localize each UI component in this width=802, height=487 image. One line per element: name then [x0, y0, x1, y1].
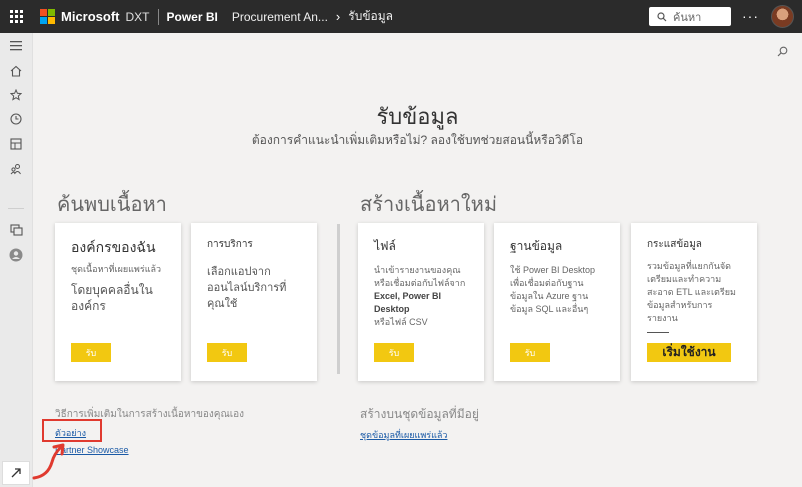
expand-button[interactable]: [2, 461, 30, 485]
card-description-large: เลือกแอปจากออนไลน์บริการที่คุณใช้: [207, 266, 287, 310]
get-started-button[interactable]: เริ่มใช้งาน: [647, 343, 731, 362]
card-title: ไฟล์: [374, 239, 396, 253]
card-title: การบริการ: [207, 239, 253, 250]
waffle-icon: [9, 10, 23, 23]
page-subtitle: ต้องการคำแนะนำเพิ่มเติมหรือไม่? ลองใช้บท…: [251, 133, 584, 147]
get-databases-button[interactable]: รับ: [510, 343, 550, 362]
breadcrumb-workspace[interactable]: Procurement An...: [232, 10, 328, 24]
app-launcher-button[interactable]: [0, 0, 32, 33]
page-title: รับข้อมูล: [376, 104, 459, 129]
card-description: รวมข้อมูลที่แยกกันจัดเตรียมและทำความสะอา…: [647, 261, 736, 323]
card-services: การบริการ เลือกแอปจากออนไลน์บริการที่คุณ…: [191, 223, 317, 381]
divider: [647, 332, 669, 333]
search-box[interactable]: ค้นหา: [649, 7, 731, 26]
chevron-right-icon: ›: [335, 9, 341, 24]
get-files-button[interactable]: รับ: [374, 343, 414, 362]
shared-icon[interactable]: [9, 162, 23, 176]
more-options-button[interactable]: ···: [742, 8, 759, 24]
product-name[interactable]: Power BI: [167, 10, 218, 24]
create-existing-label: สร้างบนชุดข้อมูลที่มีอยู่: [360, 407, 479, 421]
card-my-organization: องค์กรของฉัน ชุดเนื้อหาที่เผยแพร่แล้ว โด…: [55, 223, 181, 381]
workspaces-icon[interactable]: [9, 223, 23, 237]
search-placeholder: ค้นหา: [673, 11, 702, 24]
card-title: ฐานข้อมูล: [510, 239, 563, 253]
expand-icon: [11, 468, 21, 478]
card-dataflows: กระแสข้อมูล รวมข้อมูลที่แยกกันจัดเตรียมแ…: [631, 223, 757, 381]
card-description: ใช้ Power BI Desktop เพื่อเชื่อมต่อกับฐา…: [510, 265, 596, 314]
card-description-bold: Excel, Power BI Desktop: [374, 291, 442, 314]
get-my-organization-button[interactable]: รับ: [71, 343, 111, 362]
search-icon: [657, 11, 667, 21]
tenant-name: DXT: [125, 9, 150, 24]
brand-name[interactable]: Microsoft: [61, 9, 120, 24]
card-title: กระแสข้อมูล: [647, 239, 702, 250]
get-services-button[interactable]: รับ: [207, 343, 247, 362]
avatar[interactable]: [771, 5, 794, 28]
discover-section-title: ค้นพบเนื้อหา: [57, 194, 167, 216]
card-description-large: โดยบุคคลอื่นในองค์กร: [71, 283, 153, 313]
card-description-tail: หรือไฟล์ CSV: [374, 317, 428, 327]
my-workspace-icon[interactable]: [9, 248, 23, 262]
card-description: ชุดเนื้อหาที่เผยแพร่แล้ว: [71, 264, 162, 274]
top-bar: Microsoft DXT Power BI Procurement An...…: [0, 0, 802, 33]
card-databases: ฐานข้อมูล ใช้ Power BI Desktop เพื่อเชื่…: [494, 223, 620, 381]
search-icon[interactable]: [777, 44, 788, 62]
section-divider: [337, 224, 340, 374]
callout-arrow-icon: [32, 443, 65, 480]
divider: [157, 8, 159, 25]
card-title: องค์กรของฉัน: [71, 239, 156, 255]
card-description: นำเข้ารายงานของคุณ หรือเชื่อมต่อกับไฟล์จ…: [374, 265, 466, 288]
published-datasets-link[interactable]: ชุดข้อมูลที่เผยแพร่แล้ว: [360, 428, 447, 442]
hamburger-icon[interactable]: [9, 39, 23, 53]
rail-divider: [8, 208, 24, 209]
microsoft-logo-icon: [40, 9, 55, 24]
home-icon[interactable]: [9, 64, 23, 78]
card-files: ไฟล์ นำเข้ารายงานของคุณ หรือเชื่อมต่อกับ…: [358, 223, 484, 381]
create-section-title: สร้างเนื้อหาใหม่: [360, 194, 498, 216]
breadcrumb-current-page: รับข้อมูล: [348, 9, 393, 23]
